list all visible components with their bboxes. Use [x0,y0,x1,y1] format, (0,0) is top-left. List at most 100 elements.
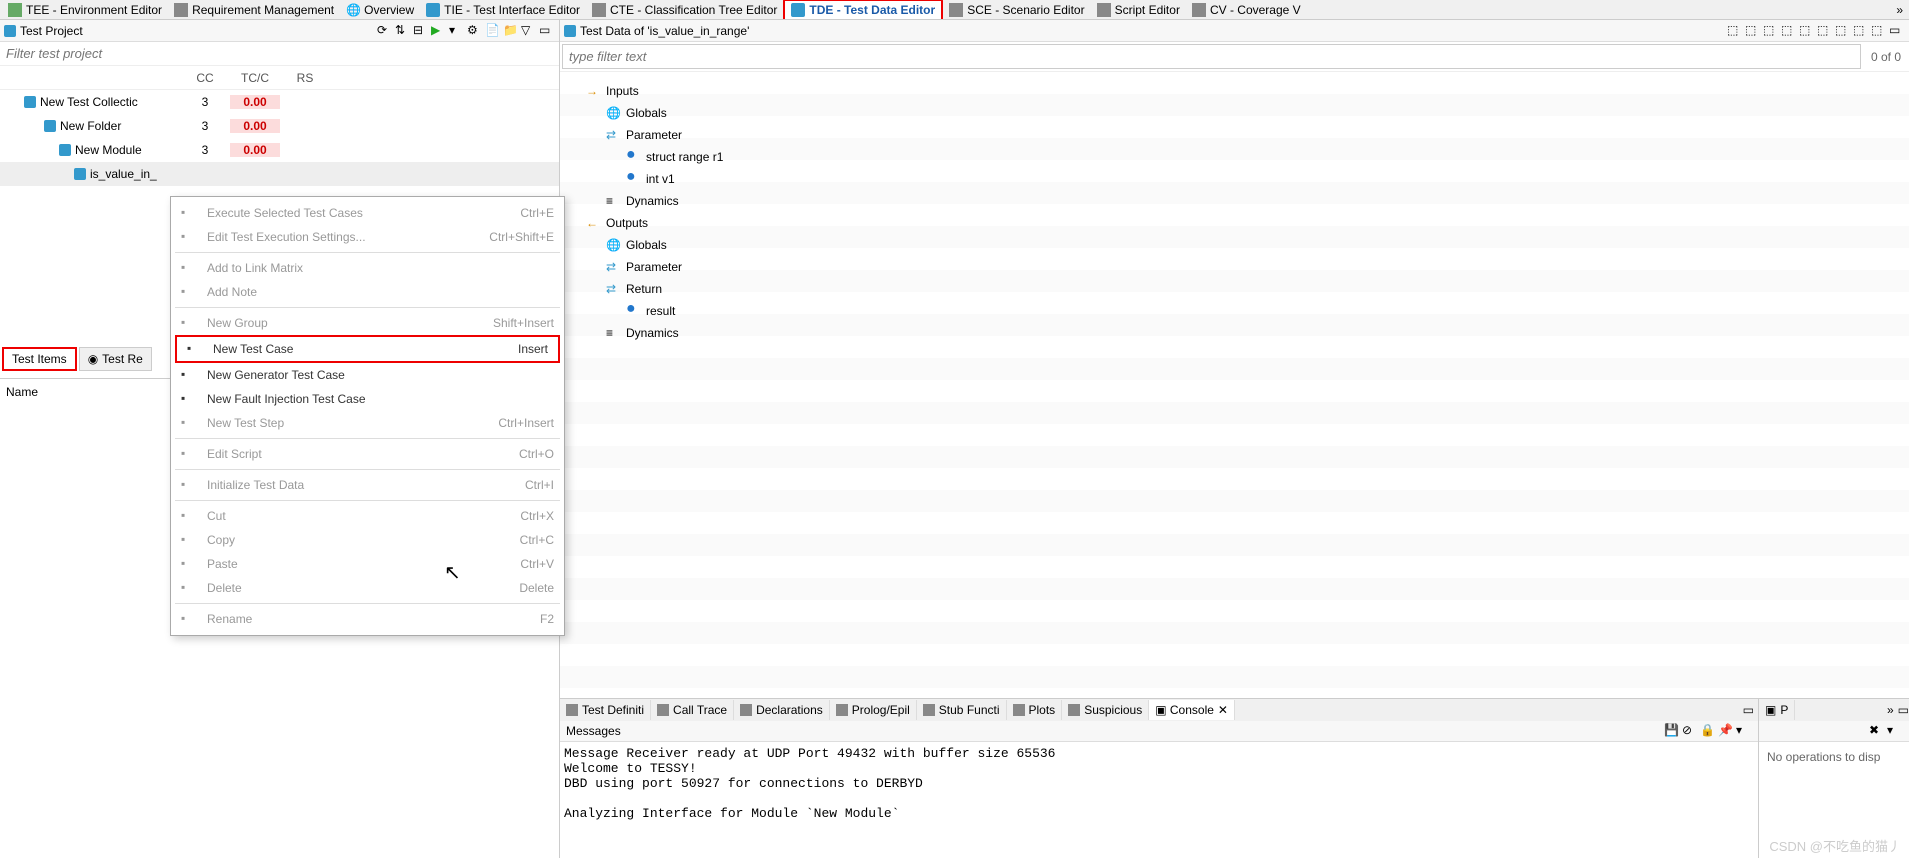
menu-icon: ▪ [181,205,197,221]
bottom-tab[interactable]: Declarations [734,700,830,720]
dd-icon[interactable]: ▾ [1736,723,1752,739]
test-data-tree[interactable]: → Inputs 🌐 Globals ⇄ Parameter ● struct … [560,71,1909,698]
data-node-label: Globals [626,106,667,120]
data-tree-row[interactable]: ● int v1 [560,168,1909,190]
gear-icon[interactable]: ⚙ [467,23,483,39]
menu-shortcut: Ctrl+X [520,509,554,523]
tab-test-items[interactable]: Test Items [2,347,77,371]
no-ops-label: No operations to disp [1759,742,1909,772]
bottom-tab[interactable]: Prolog/Epil [830,700,917,720]
filter-icon[interactable]: ▽ [521,23,537,39]
minimize-icon[interactable]: ▭ [539,23,555,39]
bottom-tab[interactable]: Call Trace [651,700,734,720]
tool-icon[interactable]: ▭ [1889,23,1905,39]
menu-item[interactable]: ▪New Generator Test Case [171,363,564,387]
overflow-icon[interactable]: » [1883,703,1898,717]
tool-icon[interactable]: ⬚ [1745,23,1761,39]
filter-testdata-input[interactable] [562,44,1861,69]
save-icon[interactable]: 💾 [1664,723,1680,739]
dd-icon[interactable]: ▾ [1887,723,1903,739]
data-tree-row[interactable]: ● struct range r1 [560,146,1909,168]
menu-item: ▪Edit Script Ctrl+O [171,442,564,466]
tool-icon[interactable]: ⬚ [1817,23,1833,39]
tab-cte[interactable]: CTE - Classification Tree Editor [586,1,783,19]
testdata-toolbar: ⬚⬚⬚⬚⬚⬚⬚⬚⬚▭ [1727,23,1905,39]
tab-tee[interactable]: TEE - Environment Editor [2,1,168,19]
tab-icon [836,704,848,716]
tool-icon[interactable]: ⬚ [1799,23,1815,39]
data-tree-row[interactable]: ← Outputs [560,212,1909,234]
tab-sce[interactable]: SCE - Scenario Editor [943,1,1090,19]
tab-p[interactable]: ▣ P [1759,700,1795,720]
data-tree-row[interactable]: ≡ Dynamics [560,190,1909,212]
tree-row[interactable]: New Module 3 0.00 [0,138,559,162]
bottom-tab[interactable]: Stub Functi [917,700,1007,720]
node-label: New Folder [60,119,121,133]
dropdown-icon[interactable]: ▾ [449,23,465,39]
sync-icon[interactable]: ⇅ [395,23,411,39]
dot-icon: ● [626,150,640,164]
menu-shortcut: F2 [540,612,554,626]
tc-value: 0.00 [230,95,280,109]
clear-icon[interactable]: ⊘ [1682,723,1698,739]
run-icon[interactable]: ▶ [431,23,447,39]
count-label: 0 of 0 [1863,50,1909,64]
overflow-icon[interactable]: » [1892,3,1907,17]
tab-requirement[interactable]: Requirement Management [168,1,340,19]
data-tree-row[interactable]: → Inputs [560,80,1909,102]
lock-icon[interactable]: 🔒 [1700,723,1716,739]
tab-script[interactable]: Script Editor [1091,1,1186,19]
param-icon: ⇄ [606,260,620,274]
menu-icon: ▪ [181,556,197,572]
menu-label: Cut [207,509,226,523]
menu-icon: ▪ [181,284,197,300]
tab-tde[interactable]: TDE - Test Data Editor [783,0,943,20]
data-tree-row[interactable]: ● result [560,300,1909,322]
data-tree-row[interactable]: 🌐 Globals [560,234,1909,256]
tool-icon[interactable]: ⬚ [1781,23,1797,39]
console-output[interactable]: Message Receiver ready at UDP Port 49432… [560,742,1758,858]
tool-icon[interactable]: ⬚ [1871,23,1887,39]
data-tree-row[interactable]: ≡ Dynamics [560,322,1909,344]
menu-item[interactable]: ▪New Fault Injection Test Case [171,387,564,411]
menu-shortcut: Ctrl+V [520,557,554,571]
menu-label: Delete [207,581,242,595]
pin-icon[interactable]: 📌 [1718,723,1734,739]
tab-cv[interactable]: CV - Coverage V [1186,1,1307,19]
min-icon[interactable]: ▭ [1739,703,1758,717]
tab-overview[interactable]: 🌐Overview [340,1,420,19]
min-icon[interactable]: ▭ [1898,703,1909,717]
tab-tie[interactable]: TIE - Test Interface Editor [420,1,586,19]
tree-row[interactable]: is_value_in_ [0,162,559,186]
menu-item: ▪Copy Ctrl+C [171,528,564,552]
tab-test-re[interactable]: ◉Test Re [79,347,152,371]
close-icon[interactable]: ✕ [1218,703,1228,717]
data-tree-row[interactable]: ⇄ Parameter [560,124,1909,146]
menu-label: New Test Step [207,416,284,430]
bottom-tab[interactable]: Suspicious [1062,700,1149,720]
data-tree-row[interactable]: ⇄ Return [560,278,1909,300]
menu-icon: ▪ [181,391,197,407]
tab-console[interactable]: ▣ Console ✕ [1149,700,1235,720]
filter-project-input[interactable] [0,42,559,66]
collapse-icon[interactable]: ⊟ [413,23,429,39]
tool-icon[interactable]: ⬚ [1835,23,1851,39]
bottom-tab[interactable]: Test Definiti [560,700,651,720]
menu-label: New Generator Test Case [207,368,345,382]
tool-icon[interactable]: ⬚ [1853,23,1869,39]
data-tree-row[interactable]: ⇄ Parameter [560,256,1909,278]
folder-icon[interactable]: 📁 [503,23,519,39]
data-tree-row[interactable]: 🌐 Globals [560,102,1909,124]
new-icon[interactable]: 📄 [485,23,501,39]
tool-icon[interactable]: ⬚ [1763,23,1779,39]
refresh-icon[interactable]: ⟳ [377,23,393,39]
tool-icon[interactable]: ⬚ [1727,23,1743,39]
clear-icon[interactable]: ✖ [1869,723,1885,739]
tree-row[interactable]: New Test Collectic 3 0.00 [0,90,559,114]
tree-row[interactable]: New Folder 3 0.00 [0,114,559,138]
bottom-tab[interactable]: Plots [1007,700,1063,720]
data-node-label: struct range r1 [646,150,723,164]
menu-icon: ▪ [181,315,197,331]
cc-value: 3 [180,119,230,133]
menu-item[interactable]: ▪New Test Case Insert [175,335,560,363]
